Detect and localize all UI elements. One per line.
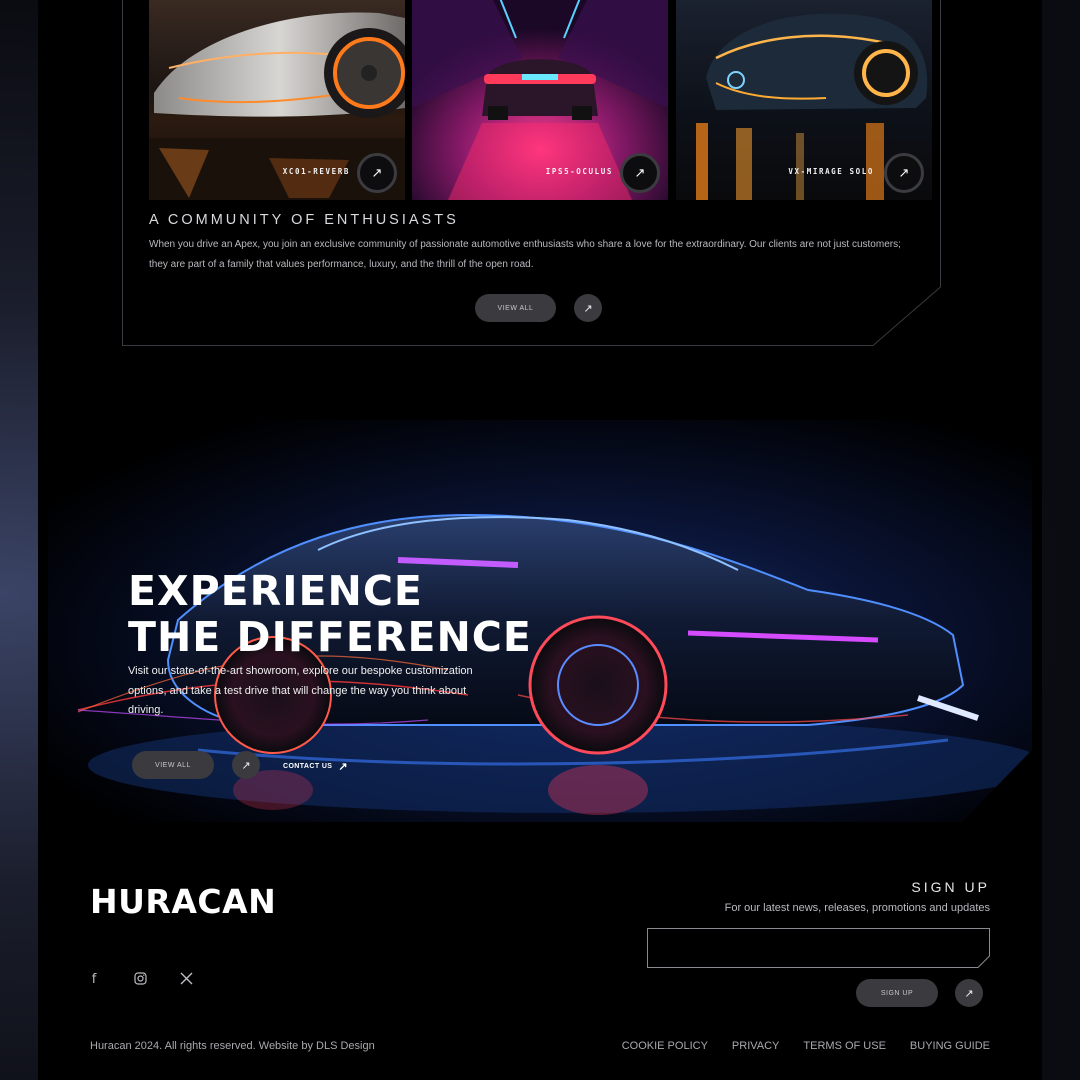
- facebook-icon[interactable]: f: [86, 972, 102, 989]
- hero-body: Visit our state-of-the-art showroom, exp…: [128, 665, 473, 716]
- arrow-up-right-icon: ↗: [241, 758, 251, 772]
- signup-title: SIGN UP: [911, 879, 990, 895]
- car-card-arrow-button[interactable]: ↗: [620, 153, 660, 193]
- signup-button[interactable]: SIGN UP: [856, 979, 938, 1007]
- gallery-arrow-button[interactable]: ↗: [574, 294, 602, 322]
- car-card-label: XC01-REVERB: [282, 167, 350, 176]
- signup-subtitle: For our latest news, releases, promotion…: [724, 902, 990, 914]
- page: XC01-REVERB ↗ IPS5-OCULUS ↗ VX-MIRAGE SO…: [38, 0, 1042, 1080]
- cookie-policy-link[interactable]: COOKIE POLICY: [622, 1040, 708, 1052]
- contact-us-label: CONTACT US: [283, 763, 333, 770]
- car-card-xc01[interactable]: XC01-REVERB ↗: [149, 0, 405, 200]
- car-card-arrow-button[interactable]: ↗: [357, 153, 397, 193]
- car-card-ips5[interactable]: IPS5-OCULUS ↗: [412, 0, 668, 200]
- car-card-arrow-button[interactable]: ↗: [884, 153, 924, 193]
- hero-title: EXPERIENCE THE DIFFERENCE: [128, 567, 532, 661]
- community-heading: A COMMUNITY OF ENTHUSIASTS: [149, 212, 459, 228]
- legal-links: COOKIE POLICY PRIVACY TERMS OF USE BUYIN…: [622, 1040, 990, 1052]
- arrow-up-right-icon: ↗: [338, 761, 348, 773]
- car-card-label: VX-MIRAGE SOLO: [788, 167, 874, 176]
- arrow-up-right-icon: ↗: [634, 165, 646, 181]
- arrow-up-right-icon: ↗: [371, 165, 383, 181]
- copyright-text: Huracan 2024. All rights reserved. Websi…: [90, 1040, 375, 1052]
- car-card-label: IPS5-OCULUS: [545, 167, 613, 176]
- hero-view-all-button[interactable]: VIEW ALL: [132, 751, 214, 779]
- x-icon[interactable]: [178, 972, 194, 989]
- hero-arrow-button[interactable]: ↗: [232, 751, 260, 779]
- huracan-logo[interactable]: HURACAN: [90, 882, 276, 921]
- privacy-link[interactable]: PRIVACY: [732, 1040, 779, 1052]
- email-field[interactable]: [647, 928, 990, 968]
- car-card-vx-mirage[interactable]: VX-MIRAGE SOLO ↗: [676, 0, 932, 200]
- arrow-up-right-icon: ↗: [964, 986, 974, 1000]
- contact-us-link[interactable]: CONTACT US ↗: [283, 760, 348, 773]
- car-gallery: XC01-REVERB ↗ IPS5-OCULUS ↗ VX-MIRAGE SO…: [149, 0, 932, 200]
- arrow-up-right-icon: ↗: [583, 301, 593, 315]
- email-field-wrapper: [647, 928, 990, 968]
- terms-of-use-link[interactable]: TERMS OF USE: [803, 1040, 886, 1052]
- signup-arrow-button[interactable]: ↗: [955, 979, 983, 1007]
- community-body: When you drive an Apex, you join an excl…: [149, 239, 901, 270]
- hero-section: EXPERIENCE THE DIFFERENCE Visit our stat…: [48, 420, 1032, 822]
- arrow-up-right-icon: ↗: [898, 165, 910, 181]
- buying-guide-link[interactable]: BUYING GUIDE: [910, 1040, 990, 1052]
- instagram-icon[interactable]: [132, 972, 148, 989]
- social-links: f: [86, 972, 194, 989]
- gallery-view-all-button[interactable]: VIEW ALL: [475, 294, 556, 322]
- community-panel: XC01-REVERB ↗ IPS5-OCULUS ↗ VX-MIRAGE SO…: [122, 0, 942, 346]
